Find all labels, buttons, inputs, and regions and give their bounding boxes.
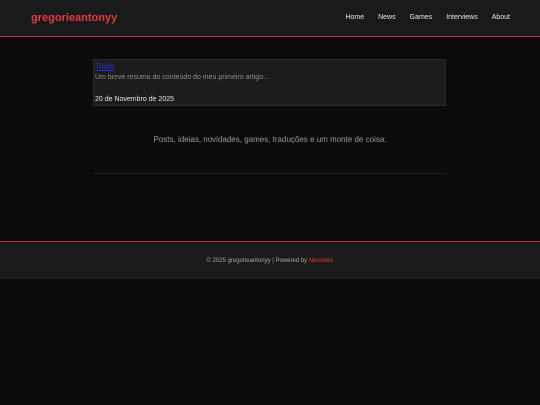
nav-about[interactable]: About [492, 14, 510, 21]
site-brand[interactable]: gregorieantonyy [31, 12, 117, 24]
footer-text: © 2025 gregorieantonyy | Powered by Neoc… [0, 258, 540, 264]
footer-copyright: © 2025 gregorieantonyy | Powered by [206, 258, 309, 264]
nav-home[interactable]: Home [345, 14, 364, 21]
post-date: 20 de Novembro de 2025 [95, 96, 174, 103]
site-footer: © 2025 gregorieantonyy | Powered by Neoc… [0, 241, 540, 279]
nav-news[interactable]: News [378, 14, 396, 21]
section-divider [93, 173, 446, 174]
site-tagline: Posts, ideias, novidades, games, traduçõ… [153, 135, 387, 144]
neocities-link[interactable]: Neocities [309, 258, 334, 264]
nav-interviews[interactable]: Interviews [446, 14, 478, 21]
nav-games[interactable]: Games [410, 14, 433, 21]
site-header: gregorieantonyy Home News Games Intervie… [0, 0, 540, 37]
post-summary: Um breve resumo do conteúdo do meu prime… [95, 74, 269, 81]
post-card: Titulo Um breve resumo do conteúdo do me… [93, 59, 446, 106]
main-nav: Home News Games Interviews About [345, 14, 510, 21]
post-title-link[interactable]: Titulo [95, 62, 114, 71]
